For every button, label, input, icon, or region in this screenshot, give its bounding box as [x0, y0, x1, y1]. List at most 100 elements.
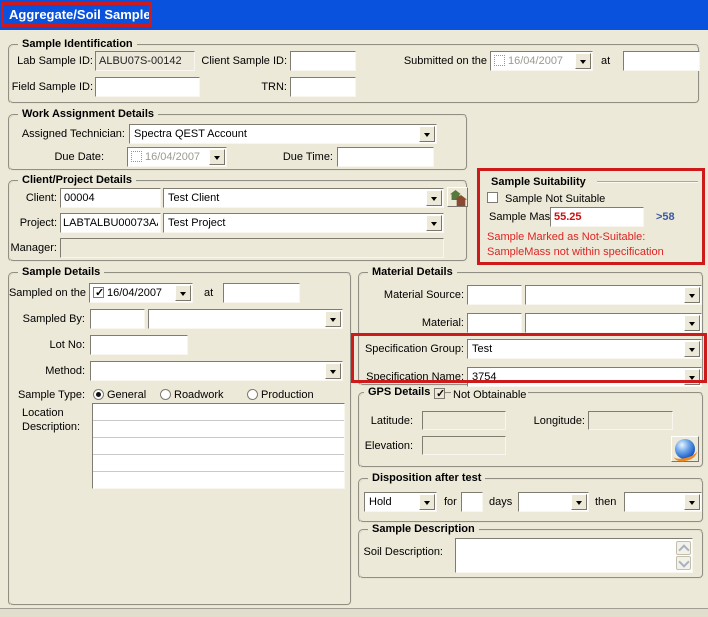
gps-not-obtainable-label: Not Obtainable	[451, 389, 528, 401]
submitted-time-field[interactable]	[623, 51, 700, 71]
chevron-down-icon[interactable]	[419, 126, 435, 142]
lab-sample-id-field[interactable]	[95, 51, 195, 71]
sampled-at-label: at	[204, 287, 213, 299]
group-title-material-details: Material Details	[368, 266, 457, 278]
group-title-sample-description: Sample Description	[368, 523, 479, 535]
disposition-then-label: then	[595, 496, 616, 508]
chevron-down-icon	[678, 556, 689, 567]
project-name-value: Test Project	[168, 217, 225, 229]
specification-name-label: Specification Name:	[358, 371, 464, 383]
sampled-time-field[interactable]	[223, 283, 300, 303]
sampled-by-label: Sampled By:	[8, 313, 85, 325]
material-label: Material:	[358, 317, 464, 329]
chevron-down-icon[interactable]	[684, 341, 700, 357]
chevron-down-icon[interactable]	[175, 285, 191, 301]
group-title-sample-suitability: Sample Suitability	[487, 176, 590, 188]
soil-description-field[interactable]	[455, 538, 693, 573]
group-title-disposition: Disposition after test	[368, 472, 485, 484]
elevation-label: Elevation:	[358, 440, 413, 452]
sample-type-radio-production[interactable]	[247, 389, 258, 400]
soil-description-label: Soil Description:	[360, 546, 443, 558]
gps-not-obtainable-checkbox[interactable]	[434, 388, 445, 399]
chevron-down-icon[interactable]	[426, 215, 442, 231]
specification-group-select[interactable]: Test	[467, 339, 702, 359]
longitude-field	[588, 411, 673, 430]
project-name-select[interactable]: Test Project	[163, 213, 444, 233]
specification-name-select[interactable]: 3754	[467, 367, 702, 387]
chevron-down-icon[interactable]	[325, 363, 341, 379]
sample-type-option-general: General	[107, 389, 146, 401]
disposition-days-field[interactable]	[461, 492, 483, 512]
sample-mass-limit: >58	[656, 211, 675, 223]
group-title-gps-details: GPS Details	[364, 386, 434, 398]
submitted-on-date-checkbox[interactable]	[494, 55, 505, 66]
group-title-work-assignment: Work Assignment Details	[18, 108, 158, 120]
method-label: Method:	[8, 365, 85, 377]
chevron-down-icon[interactable]	[684, 287, 700, 303]
specification-group-label: Specification Group:	[358, 343, 464, 355]
scroll-up-button[interactable]	[676, 541, 691, 555]
sample-type-radio-general[interactable]	[93, 389, 104, 400]
sampled-on-label: Sampled on the	[8, 287, 86, 299]
client-code-field[interactable]	[60, 188, 161, 208]
sample-mass-field[interactable]	[550, 207, 644, 227]
trn-label: TRN:	[195, 81, 287, 93]
field-sample-id-field[interactable]	[95, 77, 200, 97]
chevron-down-icon[interactable]	[419, 494, 435, 510]
longitude-label: Longitude:	[530, 415, 585, 427]
sample-not-suitable-checkbox[interactable]	[487, 192, 498, 203]
material-source-select[interactable]	[525, 285, 702, 305]
specification-name-value: 3754	[472, 371, 496, 383]
elevation-field	[422, 436, 506, 455]
latitude-field	[422, 411, 506, 430]
chevron-down-icon[interactable]	[426, 190, 442, 206]
lab-sample-id-label: Lab Sample ID:	[8, 55, 93, 67]
sampled-by-select[interactable]	[148, 309, 343, 329]
sampled-on-date-picker[interactable]: 16/04/2007	[89, 283, 193, 303]
assigned-technician-select[interactable]: Spectra QEST Account	[129, 124, 437, 144]
sample-mass-label: Sample Mass:	[489, 211, 559, 223]
disposition-then-select[interactable]	[624, 492, 702, 512]
field-sample-id-label: Field Sample ID:	[8, 81, 93, 93]
client-name-value: Test Client	[168, 192, 219, 204]
chevron-down-icon[interactable]	[325, 311, 341, 327]
client-sample-id-label: Client Sample ID:	[195, 55, 287, 67]
material-source-code-field[interactable]	[467, 285, 522, 305]
disposition-period-select[interactable]	[518, 492, 589, 512]
submitted-on-date-picker[interactable]: 16/04/2007	[490, 51, 593, 71]
project-label: Project:	[8, 217, 57, 229]
due-date-picker[interactable]: 16/04/2007	[127, 147, 227, 167]
group-title-sample-identification: Sample Identification	[18, 38, 137, 50]
client-label: Client:	[8, 192, 57, 204]
group-title-client-project: Client/Project Details	[18, 174, 136, 186]
chevron-down-icon[interactable]	[684, 369, 700, 385]
trn-field[interactable]	[290, 77, 356, 97]
scroll-down-button[interactable]	[676, 556, 691, 570]
chevron-down-icon[interactable]	[575, 53, 591, 69]
project-code-field[interactable]	[60, 213, 161, 233]
chevron-down-icon[interactable]	[684, 315, 700, 331]
sampled-on-date-checkbox[interactable]	[93, 287, 104, 298]
client-sample-id-field[interactable]	[290, 51, 356, 71]
group-gps-details	[358, 392, 704, 468]
client-lookup-button[interactable]	[447, 187, 468, 207]
location-description-field[interactable]	[92, 403, 345, 489]
due-date-checkbox[interactable]	[131, 151, 142, 162]
assigned-technician-value: Spectra QEST Account	[134, 128, 247, 140]
method-select[interactable]	[90, 361, 343, 381]
chevron-up-icon	[678, 544, 689, 555]
sampled-by-code-field[interactable]	[90, 309, 145, 329]
sample-type-label: Sample Type:	[8, 389, 85, 401]
lot-no-field[interactable]	[90, 335, 188, 355]
gps-map-button[interactable]	[671, 436, 699, 462]
chevron-down-icon[interactable]	[571, 494, 587, 510]
chevron-down-icon[interactable]	[684, 494, 700, 510]
chevron-down-icon[interactable]	[209, 149, 225, 165]
material-select[interactable]	[525, 313, 702, 333]
client-name-select[interactable]: Test Client	[163, 188, 444, 208]
material-code-field[interactable]	[467, 313, 522, 333]
sample-type-radio-roadwork[interactable]	[160, 389, 171, 400]
lot-no-label: Lot No:	[8, 339, 85, 351]
due-time-field[interactable]	[337, 147, 434, 167]
disposition-action-select[interactable]: Hold	[364, 492, 437, 512]
